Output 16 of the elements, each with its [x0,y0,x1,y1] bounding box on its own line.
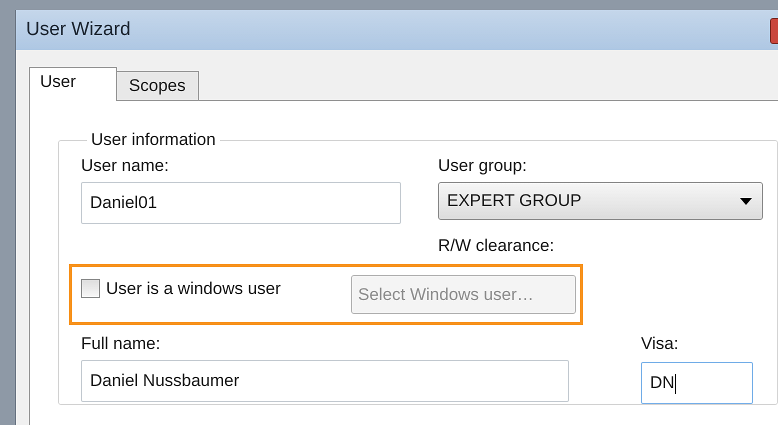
field-label: User group: [438,156,528,177]
field-label: Full name: [81,334,162,355]
checkbox-label[interactable]: User is a windows user [106,278,281,298]
tab[interactable]: Scopes [116,71,199,100]
field-label: Visa: [641,334,680,355]
user-group-dropdown[interactable]: EXPERT GROUP [438,182,763,220]
tab[interactable]: User [29,67,117,101]
field-label: R/W clearance: [438,236,554,257]
window-title: User Wizard [26,19,131,41]
user-name-field[interactable]: Daniel01 [81,182,401,224]
checkbox[interactable] [81,279,100,298]
visa-field[interactable]: DN [641,362,753,404]
group-title: User information [90,130,217,150]
full-name-field[interactable]: Daniel Nussbaumer [81,360,569,402]
field-label: User name: [81,156,170,177]
caret-icon [740,198,752,204]
